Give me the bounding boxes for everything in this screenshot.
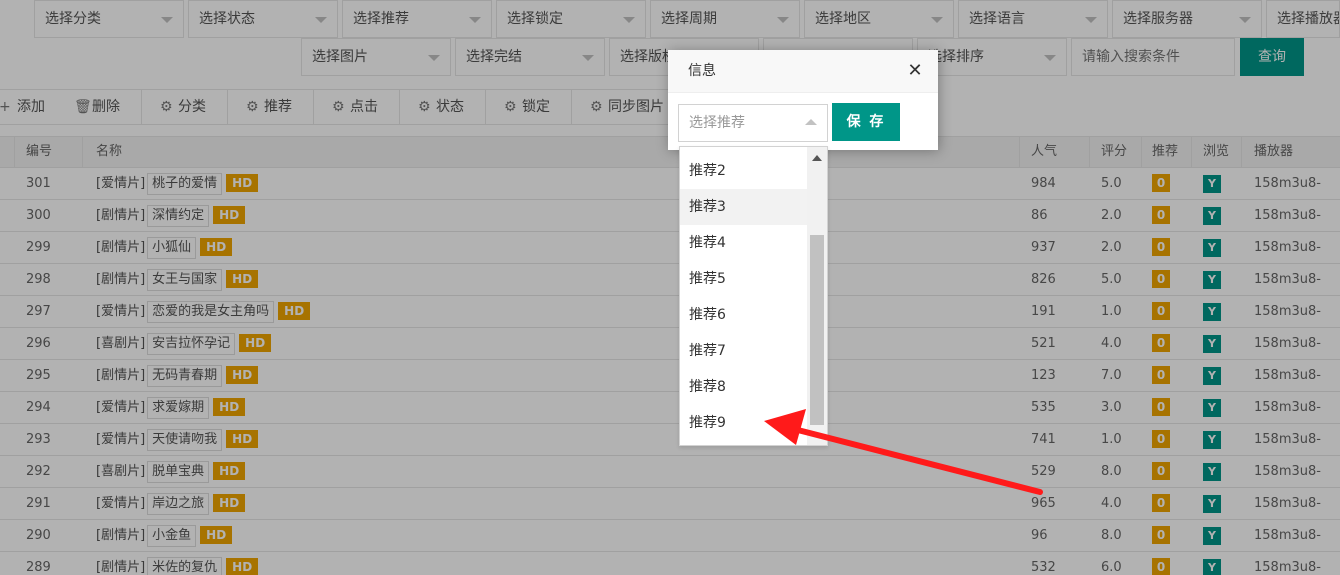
save-button[interactable]: 保 存 [832,103,900,141]
dropdown-option[interactable]: 推荐4 [680,225,807,261]
dropdown-option[interactable]: 推荐3 [680,189,807,225]
chevron-up-icon [805,119,817,125]
close-icon[interactable]: ✕ [906,62,924,80]
select-placeholder: 选择推荐 [689,115,745,131]
scrollbar-thumb[interactable] [810,235,824,425]
recommend-dropdown: 推荐2 推荐3 推荐4 推荐5 推荐6 推荐7 推荐8 推荐9 [679,146,828,446]
dropdown-option[interactable]: 推荐5 [680,261,807,297]
dropdown-option[interactable]: 推荐7 [680,333,807,369]
dropdown-option[interactable]: 推荐6 [680,297,807,333]
dropdown-option[interactable]: 推荐2 [680,153,807,189]
admin-page: 选择分类 选择状态 选择推荐 选择锁定 选择周期 选择地区 选择语言 选择服务器… [0,0,1340,575]
dropdown-option[interactable]: 推荐8 [680,369,807,405]
scroll-up-arrow-icon[interactable] [812,155,822,161]
dropdown-scrollbar[interactable] [807,147,827,445]
dropdown-option[interactable]: 推荐9 [680,405,807,441]
info-dialog: 信息 ✕ 选择推荐 保 存 [668,50,938,150]
dialog-title: 信息 [668,50,938,93]
recommend-select[interactable]: 选择推荐 [678,104,828,142]
